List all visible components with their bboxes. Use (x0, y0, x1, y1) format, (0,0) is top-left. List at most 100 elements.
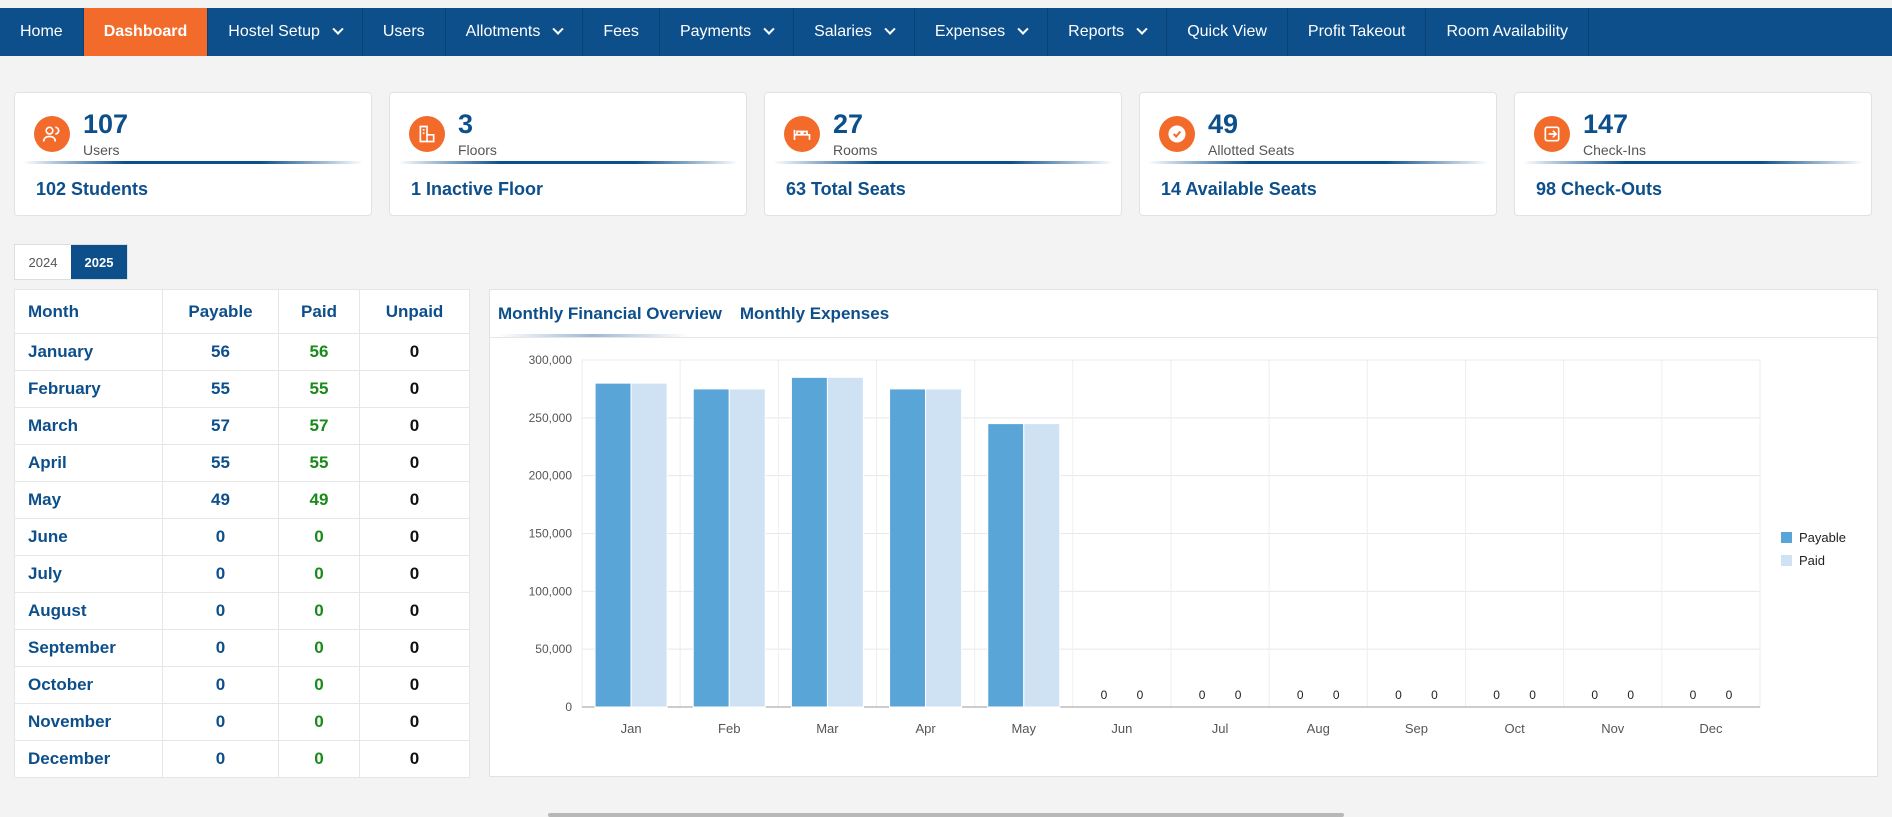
bed-icon (784, 116, 820, 152)
x-tick-label: Jul (1212, 721, 1229, 736)
stat-label: Users (83, 142, 120, 158)
cell-month: October (14, 666, 163, 704)
chevron-down-icon (552, 23, 565, 35)
nav-item-label: Quick View (1187, 23, 1267, 40)
cell-unpaid: 0 (359, 518, 470, 556)
table-row: January 56 56 0 (14, 333, 470, 371)
cell-payable: 0 (162, 592, 279, 630)
chevron-down-icon (1136, 23, 1148, 35)
data-label-paid-dec: 0 (1726, 688, 1733, 702)
data-label-payable-jun: 0 (1101, 688, 1108, 702)
chevron-down-icon (884, 23, 896, 35)
cell-unpaid: 0 (359, 370, 470, 408)
nav-item-profit-takeout[interactable]: Profit Takeout (1288, 8, 1427, 56)
year-tab-2024[interactable]: 2024 (15, 245, 71, 279)
nav-item-label: Allotments (465, 23, 541, 40)
data-label-paid-sep: 0 (1431, 688, 1438, 702)
nav-item-home[interactable]: Home (0, 8, 84, 56)
cell-unpaid: 0 (359, 444, 470, 482)
top-strip (0, 0, 1892, 8)
stat-value: 3 (458, 109, 474, 139)
cell-paid: 0 (278, 518, 360, 556)
nav-item-users[interactable]: Users (363, 8, 446, 56)
stat-subtext: 98 Check-Outs (1536, 179, 1663, 199)
cell-unpaid: 0 (359, 481, 470, 519)
cell-month: January (14, 333, 163, 371)
nav-item-label: Dashboard (103, 23, 188, 40)
card-divider (398, 161, 738, 164)
cell-unpaid: 0 (359, 555, 470, 593)
monthly-summary-table: Month Payable Paid Unpaid January 56 56 0 Fe… (14, 289, 470, 778)
cell-payable: 55 (162, 444, 279, 482)
floors-icon (409, 116, 445, 152)
nav-item-expenses[interactable]: Expenses (915, 8, 1049, 56)
table-row: March 57 57 0 (14, 407, 470, 445)
x-tick-label: Feb (718, 721, 740, 736)
chevron-down-icon (763, 23, 775, 35)
table-row: May 49 49 0 (14, 481, 470, 519)
cell-paid: 0 (278, 666, 360, 704)
nav-item-reports[interactable]: Reports (1048, 8, 1168, 56)
cell-paid: 0 (278, 740, 360, 778)
legend-label-paid: Paid (1799, 553, 1825, 568)
x-tick-label: Jan (621, 721, 642, 736)
x-tick-label: Sep (1405, 721, 1428, 736)
cell-month: June (14, 518, 163, 556)
x-tick-label: May (1011, 721, 1036, 736)
nav-item-allotments[interactable]: Allotments (446, 8, 584, 56)
nav-item-label: Reports (1068, 23, 1125, 40)
cell-payable: 0 (162, 518, 279, 556)
cell-payable: 49 (162, 481, 279, 519)
bar-payable-feb (692, 388, 730, 708)
main-navigation: Home Dashboard Hostel Setup Users Allotments… (0, 8, 1892, 56)
x-tick-label: Dec (1699, 721, 1723, 736)
stat-card-users: 107 Users 102 Students (14, 92, 372, 216)
check-in-icon (1534, 116, 1570, 152)
nav-item-payments[interactable]: Payments (660, 8, 795, 56)
stat-card-floors: 3 Floors 1 Inactive Floor (389, 92, 747, 216)
stat-label: Check-Ins (1583, 142, 1647, 158)
tab-monthly-expenses[interactable]: Monthly Expenses (740, 304, 889, 324)
cell-unpaid: 0 (359, 407, 470, 445)
stat-label: Allotted Seats (1208, 142, 1295, 158)
data-label-paid-jul: 0 (1235, 688, 1242, 702)
data-label-payable-aug: 0 (1297, 688, 1304, 702)
horizontal-scrollbar[interactable] (548, 813, 1344, 817)
nav-item-quick-view[interactable]: Quick View (1167, 8, 1288, 56)
bar-payable-mar (790, 376, 828, 708)
stat-card-allotted-seats: 49 Allotted Seats 14 Available Seats (1139, 92, 1497, 216)
nav-item-label: Salaries (814, 23, 872, 40)
cell-month: November (14, 703, 163, 741)
cell-payable: 0 (162, 555, 279, 593)
bar-paid-feb (728, 388, 766, 708)
bar-payable-jan (594, 382, 632, 708)
stat-card-check-ins: 147 Check-Ins 98 Check-Outs (1514, 92, 1872, 216)
cell-paid: 55 (278, 444, 360, 482)
y-tick-label: 150,000 (529, 527, 573, 541)
table-row: December 0 0 0 (14, 740, 470, 778)
active-tab-underline (498, 334, 688, 337)
data-label-paid-nov: 0 (1627, 688, 1634, 702)
data-label-payable-oct: 0 (1493, 688, 1500, 702)
nav-item-hostel-setup[interactable]: Hostel Setup (208, 8, 363, 56)
nav-item-salaries[interactable]: Salaries (794, 8, 915, 56)
year-tab-2025[interactable]: 2025 (71, 245, 127, 279)
nav-item-fees[interactable]: Fees (583, 8, 660, 56)
chevron-down-icon (332, 23, 344, 35)
cell-unpaid: 0 (359, 629, 470, 667)
stat-value: 107 (83, 109, 129, 139)
nav-item-room-availability[interactable]: Room Availability (1426, 8, 1590, 56)
nav-item-dashboard[interactable]: Dashboard (83, 8, 209, 56)
cell-unpaid: 0 (359, 740, 470, 778)
bar-paid-apr (925, 388, 963, 708)
stats-cards: 107 Users 102 Students 3 Floors 1 Inactive Fl… (14, 92, 1872, 216)
table-row: June 0 0 0 (14, 518, 470, 556)
tab-monthly-financial-overview[interactable]: Monthly Financial Overview (498, 304, 722, 324)
table-row: October 0 0 0 (14, 666, 470, 704)
nav-item-label: Users (382, 23, 425, 40)
financial-bar-chart: 0 50,000 100,000 150,000 200,000 250,000 300,0… (529, 353, 1846, 736)
y-tick-label: 100,000 (529, 584, 573, 598)
table-row: November 0 0 0 (14, 703, 470, 741)
nav-item-label: Payments (679, 23, 752, 40)
y-tick-label: 50,000 (535, 642, 572, 656)
